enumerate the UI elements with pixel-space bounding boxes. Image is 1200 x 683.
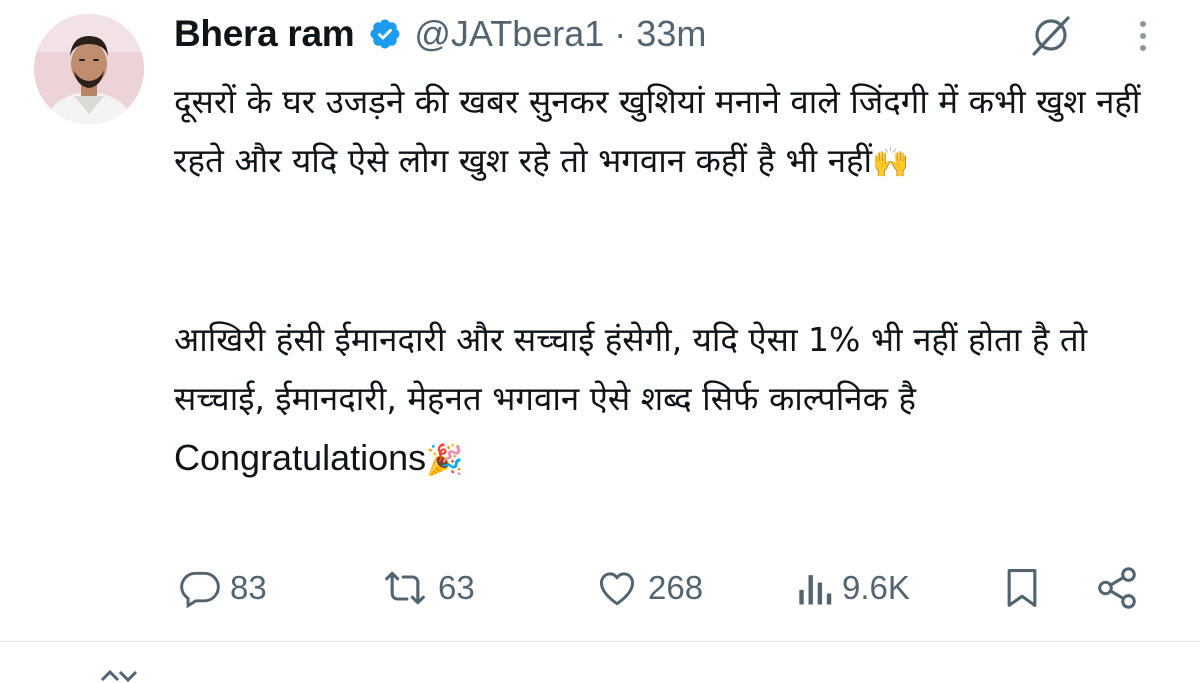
grok-button[interactable]: [1026, 12, 1076, 58]
views-button[interactable]: 9.6K: [794, 560, 910, 616]
repost-icon: [100, 670, 138, 683]
more-button[interactable]: [1128, 14, 1158, 58]
separator-dot: ·: [614, 13, 627, 54]
verified-badge-icon: [370, 19, 400, 49]
repost-count: 63: [438, 569, 475, 606]
reply-button[interactable]: 83: [178, 560, 267, 616]
avatar[interactable]: [34, 14, 144, 124]
tweet-paragraph-2: आखिरी हंसी ईमानदारी और सच्चाई हंसेगी, यद…: [174, 320, 1088, 418]
like-count: 268: [648, 569, 704, 606]
views-icon: [799, 575, 832, 605]
reply-count: 83: [230, 569, 267, 606]
share-button[interactable]: [1094, 560, 1140, 616]
timestamp[interactable]: 33m: [636, 13, 706, 55]
bookmark-button[interactable]: [1002, 560, 1042, 616]
heart-icon: [599, 572, 635, 606]
tweet-header: Bhera ram @JATbera1 · 33m: [174, 10, 706, 58]
party-popper-emoji: 🎉: [426, 444, 464, 477]
tweet-text: दूसरों के घर उजड़ने की खबर सुनकर खुशियां…: [174, 72, 1174, 490]
user-avatar-photo: [34, 14, 144, 124]
bookmark-icon: [1007, 569, 1037, 607]
like-button[interactable]: 268: [594, 560, 703, 616]
share-icon: [1098, 567, 1136, 609]
view-count: 9.6K: [842, 569, 910, 606]
tweet-paragraph-1: दूसरों के घर उजड़ने की खबर सुनकर खुशियां…: [174, 82, 1141, 180]
tweet-paragraph-3: Congratulations🎉: [174, 437, 464, 478]
repost-button[interactable]: 63: [380, 560, 475, 616]
more-vertical-icon: [1140, 21, 1146, 51]
user-handle[interactable]: @JATbera1: [414, 13, 604, 55]
raised-hands-emoji: 🙌: [872, 145, 910, 180]
tweet[interactable]: Bhera ram @JATbera1 · 33m दूसरों के घर उ…: [0, 0, 1200, 640]
grok-icon: [1032, 16, 1070, 56]
next-tweet-preview[interactable]: [0, 642, 1200, 683]
display-name[interactable]: Bhera ram: [174, 13, 355, 55]
repost-icon: [385, 571, 425, 605]
reply-icon: [180, 571, 220, 609]
action-bar: 83 63 268 9.6K: [0, 560, 1200, 616]
